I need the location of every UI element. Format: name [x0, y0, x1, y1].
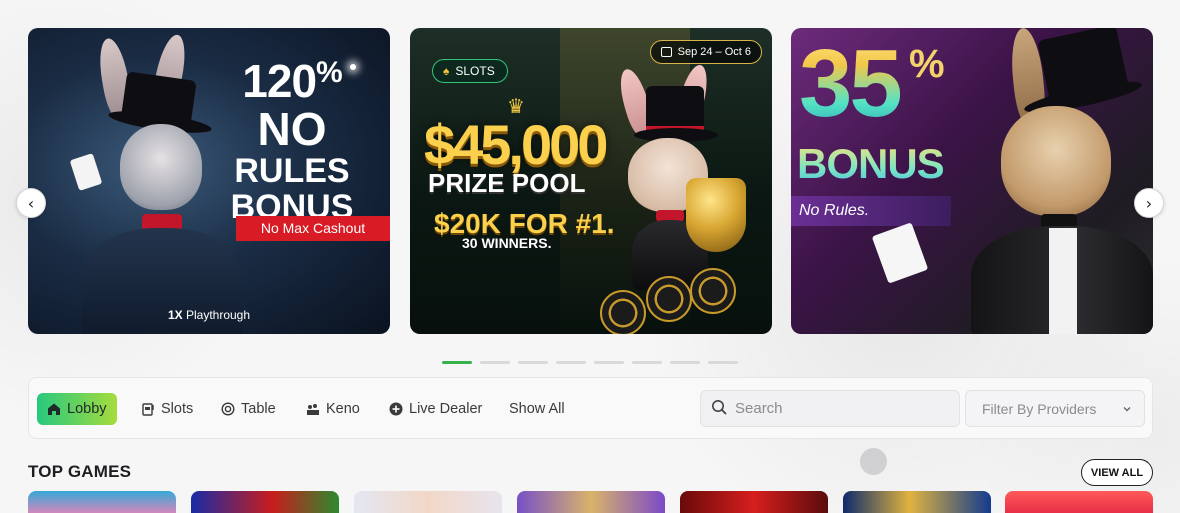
game-tile[interactable]: [191, 491, 339, 513]
no-rules-banner: No Rules.: [791, 196, 951, 226]
carousel-dot[interactable]: [518, 361, 548, 364]
carousel-dot[interactable]: [670, 361, 700, 364]
search-icon: [711, 399, 727, 419]
slide1-headline: 120% NO RULES BONUS: [230, 55, 354, 226]
bonus-percent: 35: [799, 30, 903, 137]
poker-chip-icon: [600, 290, 646, 334]
game-tile[interactable]: [517, 491, 665, 513]
percent-sign: %: [909, 42, 945, 86]
carousel-dot[interactable]: [632, 361, 662, 364]
category-tab-lobby[interactable]: Lobby: [37, 393, 117, 425]
category-tab-table[interactable]: Table: [211, 393, 286, 425]
floating-scroll-indicator: [860, 448, 887, 475]
poker-chip-icon: [646, 276, 692, 322]
category-tab-live-dealer[interactable]: Live Dealer: [379, 393, 492, 425]
view-all-button[interactable]: VIEW ALL: [1081, 459, 1153, 486]
winners-label: 30 WINNERS.: [462, 235, 552, 251]
spade-icon: ♠: [443, 63, 450, 78]
promo-slide-prize-pool[interactable]: ♠ SLOTS Sep 24 – Oct 6 ♛ $45,000 PRIZE P…: [410, 28, 772, 334]
search-field[interactable]: [700, 390, 960, 427]
category-tab-show-all[interactable]: Show All: [499, 393, 575, 425]
carousel-next-button[interactable]: ›: [1134, 188, 1164, 218]
game-filter-bar: Lobby Slots Table Keno Live Dealer Show …: [28, 377, 1153, 439]
slot-machine-icon: [141, 402, 155, 416]
chip-icon: [221, 402, 235, 416]
carousel-prev-button[interactable]: ‹: [16, 188, 46, 218]
carousel-dot[interactable]: [442, 361, 472, 364]
prize-pool-label: PRIZE POOL: [428, 168, 586, 198]
game-tile[interactable]: [1005, 491, 1153, 513]
playing-card-icon: [871, 222, 929, 284]
provider-filter-dropdown[interactable]: Filter By Providers: [965, 390, 1145, 427]
search-input[interactable]: [735, 400, 935, 417]
poker-chip-icon: [690, 268, 736, 314]
carousel-dot[interactable]: [594, 361, 624, 364]
promo-slide-no-rules-bonus[interactable]: 120% NO RULES BONUS No Max Cashout 1X Pl…: [28, 28, 390, 334]
playthrough-label: 1X Playthrough: [167, 308, 251, 322]
carousel-pagination: [442, 361, 738, 364]
trophy-icon: [686, 178, 746, 252]
home-icon: [47, 402, 61, 416]
no-max-cashout-ribbon: No Max Cashout: [236, 216, 390, 241]
chevron-right-icon: ›: [1145, 193, 1153, 213]
promo-carousel: 120% NO RULES BONUS No Max Cashout 1X Pl…: [28, 28, 1153, 334]
game-tile[interactable]: [354, 491, 502, 513]
carousel-dot[interactable]: [556, 361, 586, 364]
carousel-dot[interactable]: [480, 361, 510, 364]
keno-icon: [306, 402, 320, 416]
carousel-dot[interactable]: [708, 361, 738, 364]
slots-tag: ♠ SLOTS: [432, 59, 508, 83]
bonus-label: BONUS: [797, 140, 945, 187]
rabbit-gentleman-illustration: [961, 28, 1153, 334]
plus-circle-icon: [389, 402, 403, 416]
game-tile[interactable]: [843, 491, 991, 513]
category-tab-slots[interactable]: Slots: [131, 393, 203, 425]
game-tile[interactable]: [28, 491, 176, 513]
chevron-down-icon: [1122, 401, 1132, 417]
top-games-heading: TOP GAMES: [28, 462, 132, 481]
category-tab-keno[interactable]: Keno: [296, 393, 370, 425]
promo-slide-35-bonus[interactable]: 35 % BONUS No Rules.: [791, 28, 1153, 334]
chevron-left-icon: ‹: [27, 193, 35, 213]
game-tile[interactable]: [680, 491, 828, 513]
